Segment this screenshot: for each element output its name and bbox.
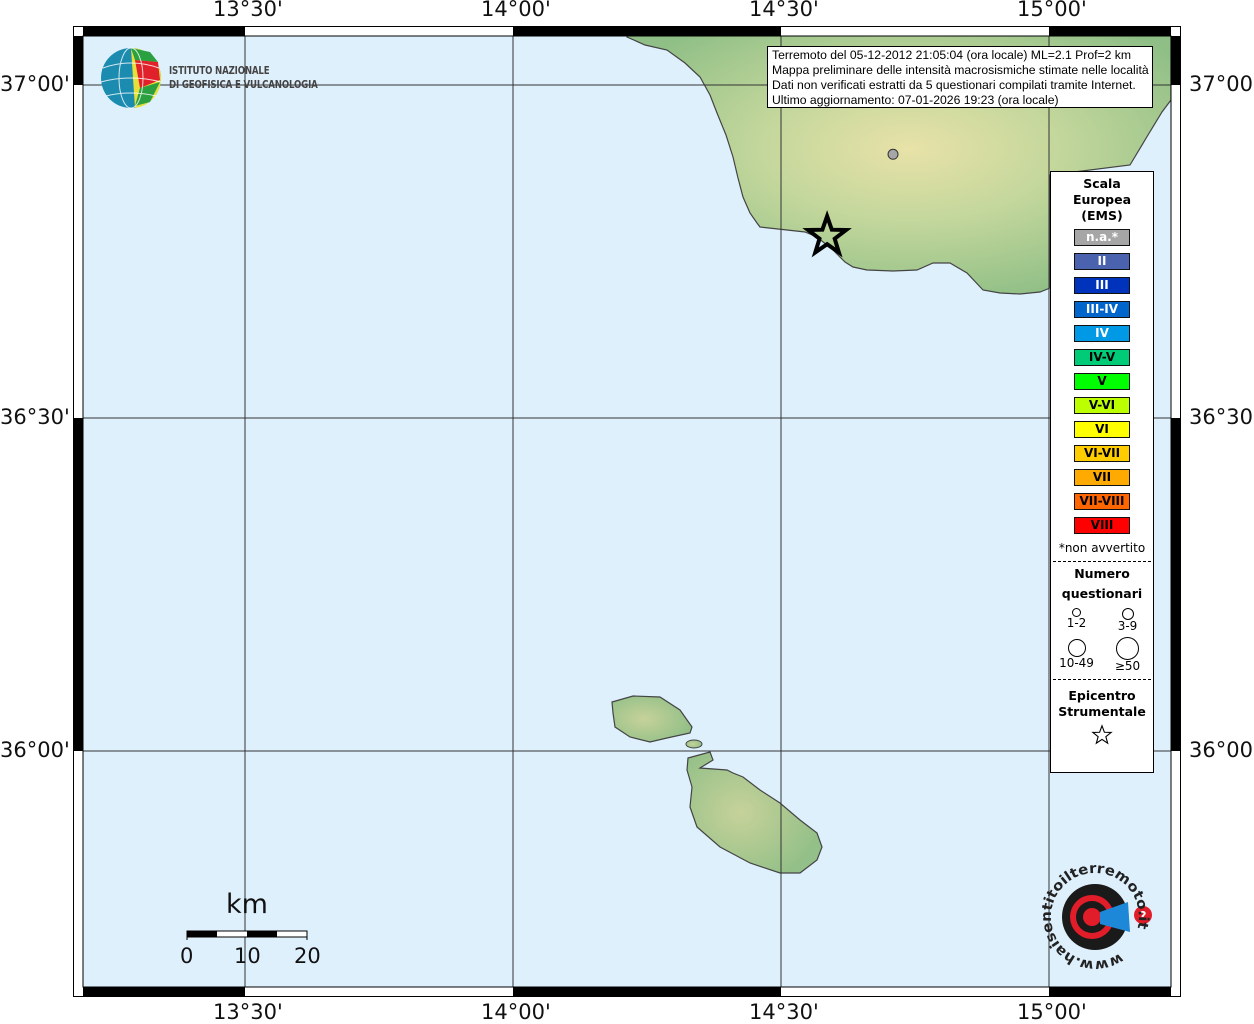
count-title-1: Numero xyxy=(1074,566,1130,581)
lat-tick-right: 36°30' xyxy=(1189,405,1254,429)
count-title: Numero questionari xyxy=(1051,564,1153,604)
intensity-scale: n.a.* II III III-IV IV IV-V V V-VI VI VI-VII VII VI… xyxy=(1051,229,1153,534)
count-1-2: 1-2 xyxy=(1051,606,1102,633)
frame-band xyxy=(1049,26,1171,36)
map-description-line: Mappa preliminare delle intensità macros… xyxy=(772,63,1149,77)
epicenter-title: Epicentro Strumentale xyxy=(1051,688,1153,720)
intensity-swatch: VIII xyxy=(1074,517,1130,534)
intensity-swatch: VI xyxy=(1074,421,1130,438)
intensity-swatch: III-IV xyxy=(1074,301,1130,318)
count-10-49: 10-49 xyxy=(1051,637,1102,673)
count-title-2: questionari xyxy=(1061,586,1143,601)
frame-band xyxy=(1171,36,1181,85)
legend: Scala Europea (EMS) n.a.* II III III-IV IV IV… xyxy=(1050,171,1154,773)
frame-band xyxy=(73,751,83,987)
intensity-swatch: VII-VIII xyxy=(1074,493,1130,510)
frame-band xyxy=(83,987,245,997)
lat-tick-right: 36°00' xyxy=(1189,738,1254,762)
intensity-swatch: IV-V xyxy=(1074,349,1130,366)
lat-tick-left: 36°00' xyxy=(0,738,70,762)
frame-band xyxy=(513,987,781,997)
scale-unit: km xyxy=(226,889,268,920)
logo-line-2: DI GEOFISICA E VULCANOLOGIA xyxy=(169,79,318,91)
frame-band xyxy=(73,85,83,418)
scale-label-10: 10 xyxy=(234,944,261,968)
frame-band xyxy=(1171,418,1181,751)
frame-band xyxy=(73,36,83,85)
lat-tick-right: 37°00' xyxy=(1189,72,1254,96)
frame-band xyxy=(1171,85,1181,418)
frame-band xyxy=(1049,987,1171,997)
lat-tick-left: 36°30' xyxy=(0,405,70,429)
lon-tick-bottom: 15°00' xyxy=(1017,1000,1087,1024)
lon-tick-bottom: 14°30' xyxy=(749,1000,819,1024)
intensity-swatch: V-VI xyxy=(1074,397,1130,414)
epicenter-title-2: Strumentale xyxy=(1058,704,1146,719)
divider xyxy=(1053,561,1151,562)
legend-title-2: Europea xyxy=(1072,192,1132,207)
divider xyxy=(1053,679,1151,680)
scale-label-0: 0 xyxy=(180,944,194,968)
intensity-swatch: VII xyxy=(1074,469,1130,486)
frame-band xyxy=(781,987,1049,997)
legend-title: Scala Europea (EMS) xyxy=(1051,176,1153,224)
frame-band xyxy=(781,26,1049,36)
intensity-swatch: II xyxy=(1074,253,1130,270)
scale-label-20: 20 xyxy=(294,944,321,968)
count-sizes: 1-2 3-9 10-49 ≥50 xyxy=(1051,606,1153,673)
last-update-line: Ultimo aggiornamento: 07-01-2026 19:23 (… xyxy=(772,93,1059,107)
lon-tick-bottom: 13°30' xyxy=(213,1000,283,1024)
legend-note: *non avvertito xyxy=(1058,541,1146,555)
lon-tick-bottom: 14°00' xyxy=(481,1000,551,1024)
frame-band xyxy=(73,418,83,751)
event-line: Terremoto del 05-12-2012 21:05:04 (ora l… xyxy=(772,48,1132,62)
lon-tick-top: 15°00' xyxy=(1017,0,1087,21)
star-icon xyxy=(1091,724,1113,745)
ingv-logo-globe xyxy=(100,47,162,109)
circle-icon xyxy=(1067,639,1086,657)
frame-band xyxy=(245,987,513,997)
legend-title-1: Scala xyxy=(1083,176,1121,191)
frame-band xyxy=(513,26,781,36)
ingv-logo-text: ISTITUTO NAZIONALE DI GEOFISICA E VULCAN… xyxy=(169,64,318,92)
frame-band xyxy=(245,26,513,36)
count-label: 10-49 xyxy=(1059,656,1094,670)
count-label: 3-9 xyxy=(1117,619,1138,633)
lon-tick-top: 13°30' xyxy=(213,0,283,21)
event-info-box: Terremoto del 05-12-2012 21:05:04 (ora l… xyxy=(767,46,1153,108)
locality-marker[interactable] xyxy=(887,148,899,160)
intensity-swatch: n.a.* xyxy=(1074,229,1130,246)
data-source-line: Dati non verificati estratti da 5 questi… xyxy=(772,78,1136,92)
count-3-9: 3-9 xyxy=(1102,606,1153,633)
intensity-swatch: VI-VII xyxy=(1074,445,1130,462)
count-50-plus: ≥50 xyxy=(1102,635,1153,673)
lon-tick-top: 14°30' xyxy=(749,0,819,21)
frame-band xyxy=(83,26,245,36)
epicenter-title-1: Epicentro xyxy=(1068,688,1136,703)
count-label: 1-2 xyxy=(1066,616,1087,630)
comino-island xyxy=(685,739,703,749)
intensity-swatch: V xyxy=(1074,373,1130,390)
circle-icon xyxy=(1116,637,1139,660)
frame-band xyxy=(1171,751,1181,987)
intensity-swatch: IV xyxy=(1074,325,1130,342)
logo-line-1: ISTITUTO NAZIONALE xyxy=(169,65,270,77)
count-label: ≥50 xyxy=(1114,659,1141,673)
lat-tick-left: 37°00' xyxy=(0,72,70,96)
lon-tick-top: 14°00' xyxy=(481,0,551,21)
intensity-swatch: III xyxy=(1074,277,1130,294)
legend-title-3: (EMS) xyxy=(1081,208,1123,223)
